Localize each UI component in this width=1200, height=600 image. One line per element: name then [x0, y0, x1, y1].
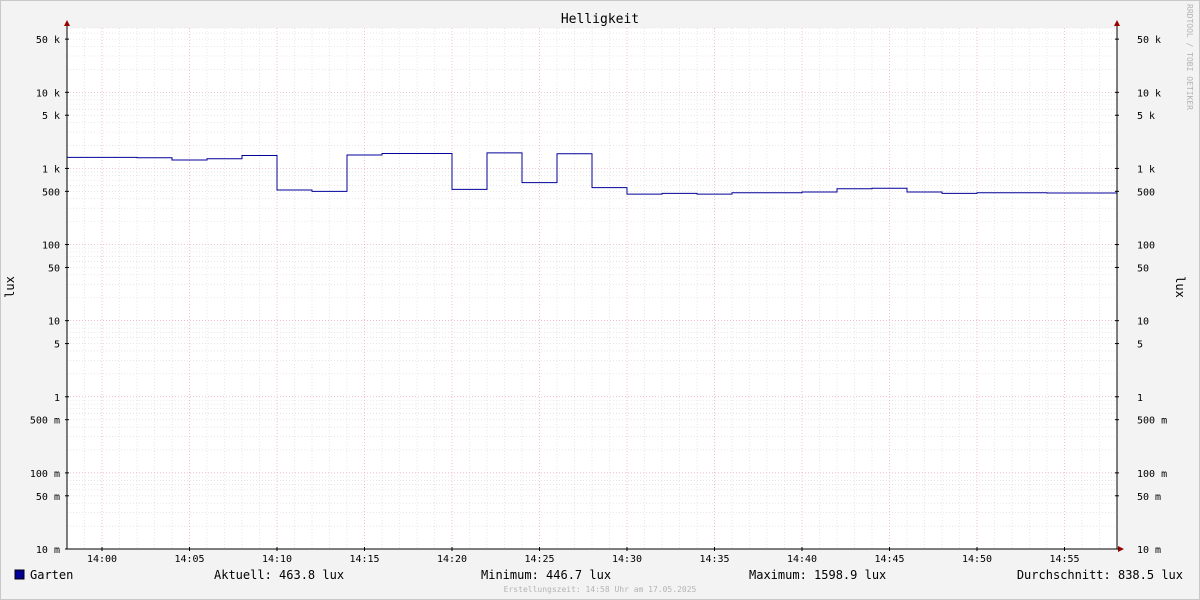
y-tick-label-left: 1	[54, 393, 60, 404]
y-tick-label-left: 10 m	[36, 545, 60, 556]
y-tick-label-left: 10	[48, 317, 60, 328]
x-tick-label: 14:55	[1049, 554, 1079, 565]
y-tick-label-right: 5 k	[1137, 111, 1155, 122]
y-tick-label-right: 500 m	[1137, 416, 1167, 427]
y-axis-arrow-right	[1114, 20, 1120, 26]
y-tick-label-left: 5 k	[42, 111, 60, 122]
x-tick-label: 14:30	[612, 554, 642, 565]
x-tick-label: 14:20	[437, 554, 467, 565]
y-tick-label-right: 50	[1137, 263, 1149, 274]
x-tick-labels: 14:00 14:05 14:10 14:15 14:20 14:25 14:30 14:35…	[87, 547, 1080, 565]
legend-series-name: Garten	[30, 568, 73, 582]
y-tick-label-left: 100	[42, 241, 60, 252]
x-tick-label: 14:45	[874, 554, 904, 565]
x-tick-label: 14:05	[174, 554, 204, 565]
y-tick-label-left: 50 k	[36, 35, 60, 46]
x-tick-label: 14:00	[87, 554, 117, 565]
x-tick-label: 14:25	[524, 554, 554, 565]
y-tick-label-right: 1 k	[1137, 164, 1155, 175]
y-tick-label-left: 500 m	[30, 416, 60, 427]
y-tick-label-right: 10	[1137, 317, 1149, 328]
x-tick-label: 14:10	[262, 554, 292, 565]
y-axis-arrow-left	[64, 20, 70, 26]
y-tick-label-right: 100	[1137, 241, 1155, 252]
legend-maximum: Maximum: 1598.9 lux	[749, 568, 886, 582]
y-tick-label-left: 500	[42, 187, 60, 198]
y-axis-label-right: lux	[1173, 276, 1187, 298]
chart-title: Helligkeit	[561, 12, 639, 27]
creation-time-footer: Erstellungszeit: 14:58 Uhr am 17.05.2025	[504, 585, 697, 594]
legend-swatch-garten	[14, 569, 25, 580]
x-tick-label: 14:40	[787, 554, 817, 565]
x-tick-label: 14:15	[349, 554, 379, 565]
y-tick-label-left: 50	[48, 263, 60, 274]
y-tick-label-right: 100 m	[1137, 469, 1167, 480]
y-tick-label-right: 50 m	[1137, 492, 1161, 503]
y-tick-label-left: 10 k	[36, 88, 60, 99]
x-tick-label: 14:50	[962, 554, 992, 565]
legend-average: Durchschnitt: 838.5 lux	[1017, 568, 1183, 582]
y-tick-label-right: 10 m	[1137, 545, 1161, 556]
y-tick-label-right: 1	[1137, 393, 1143, 404]
y-axis-label-left: lux	[3, 276, 17, 298]
rrdtool-watermark: RRDTOOL / TOBI OETIKER	[1185, 4, 1194, 110]
y-tick-label-right: 10 k	[1137, 88, 1161, 99]
legend-current: Aktuell: 463.8 lux	[214, 568, 344, 582]
x-tick-label: 14:35	[699, 554, 729, 565]
y-tick-label-right: 500	[1137, 187, 1155, 198]
legend-minimum: Minimum: 446.7 lux	[481, 568, 611, 582]
y-tick-label-right: 5	[1137, 340, 1143, 351]
y-tick-label-left: 50 m	[36, 492, 60, 503]
y-tick-label-right: 50 k	[1137, 35, 1161, 46]
y-tick-label-left: 100 m	[30, 469, 60, 480]
brightness-chart: 50 k 50 k 10 k 10 k 5 k 5 k 1 k 1 k 500 500 100 100…	[3, 4, 1194, 594]
y-tick-label-left: 1 k	[42, 164, 60, 175]
y-tick-label-left: 5	[54, 340, 60, 351]
